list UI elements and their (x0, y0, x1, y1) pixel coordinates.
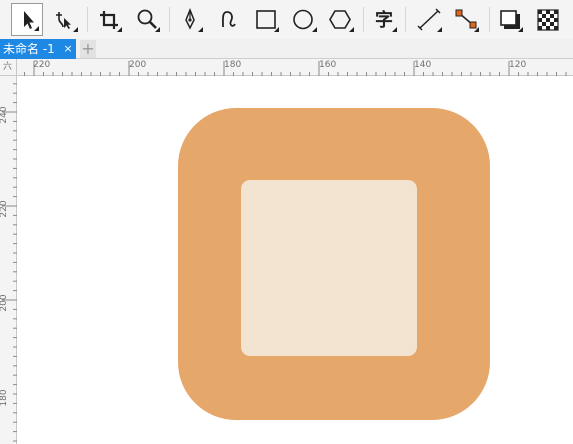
polygon-tool-button[interactable] (325, 3, 357, 36)
shadow-tool-button[interactable] (494, 3, 526, 36)
connector-tool-button[interactable] (450, 3, 482, 36)
text-tool-button[interactable]: 字 (368, 3, 400, 36)
submenu-indicator (349, 27, 354, 32)
select-tool-button[interactable] (11, 3, 43, 36)
vertical-ruler[interactable]: 240 220 200 180 (0, 76, 17, 444)
ruler-label: 180 (0, 389, 9, 407)
toolbar: 字 (0, 0, 573, 39)
horizontal-ruler-ticks (24, 61, 567, 76)
submenu-indicator (117, 27, 122, 32)
toolbar-separator (363, 7, 364, 32)
rectangle-tool-button[interactable] (250, 3, 282, 36)
ruler-label: 240 (0, 106, 9, 124)
horizontal-ruler[interactable]: 220 200 180 160 140 120 (17, 59, 573, 76)
ruler-label: 160 (319, 60, 337, 70)
toolbar-separator (405, 7, 406, 32)
transparency-tool-button[interactable] (532, 3, 564, 36)
add-tab-button[interactable]: + (80, 40, 96, 58)
drawing-canvas[interactable] (18, 77, 573, 444)
transparency-icon (537, 9, 559, 31)
pen-tool-button[interactable] (174, 3, 206, 36)
ruler-label: 220 (0, 200, 9, 218)
ruler-label: 220 (33, 60, 51, 70)
ruler-label: 200 (0, 294, 9, 312)
ellipse-tool-button[interactable] (288, 3, 320, 36)
submenu-indicator (198, 27, 203, 32)
toolbar-separator (87, 7, 88, 32)
document-tab[interactable]: 未命名 -1 × (0, 39, 76, 59)
submenu-indicator (155, 27, 160, 32)
inner-square-shape[interactable] (241, 180, 417, 356)
zoom-tool-button[interactable] (131, 3, 163, 36)
submenu-indicator (274, 27, 279, 32)
curve-tool-button[interactable] (212, 3, 244, 36)
select-arrow-icon (24, 11, 34, 29)
toolbar-separator (169, 7, 170, 32)
ruler-label: 180 (224, 60, 242, 70)
ruler-label: 140 (414, 60, 432, 70)
curve-icon (222, 11, 236, 28)
svg-text:字: 字 (375, 9, 393, 31)
submenu-indicator (474, 27, 479, 32)
toolbar-separator (489, 7, 490, 32)
document-tab-label: 未命名 -1 (3, 42, 55, 56)
document-tab-bar: 未命名 -1 × + (0, 39, 573, 59)
submenu-indicator (392, 27, 397, 32)
ruler-label: 120 (509, 60, 527, 70)
submenu-indicator (312, 27, 317, 32)
submenu-indicator (437, 27, 442, 32)
close-icon[interactable]: × (62, 39, 74, 59)
ruler-corner-label: 六 (3, 62, 13, 72)
submenu-indicator (73, 27, 78, 32)
line-tool-button[interactable] (413, 3, 445, 36)
node-edit-tool-button[interactable] (49, 3, 81, 36)
ruler-label: 200 (129, 60, 147, 70)
submenu-indicator (34, 26, 39, 31)
crop-tool-button[interactable] (93, 3, 125, 36)
ruler-corner[interactable]: 六 (0, 59, 17, 76)
submenu-indicator (518, 27, 523, 32)
